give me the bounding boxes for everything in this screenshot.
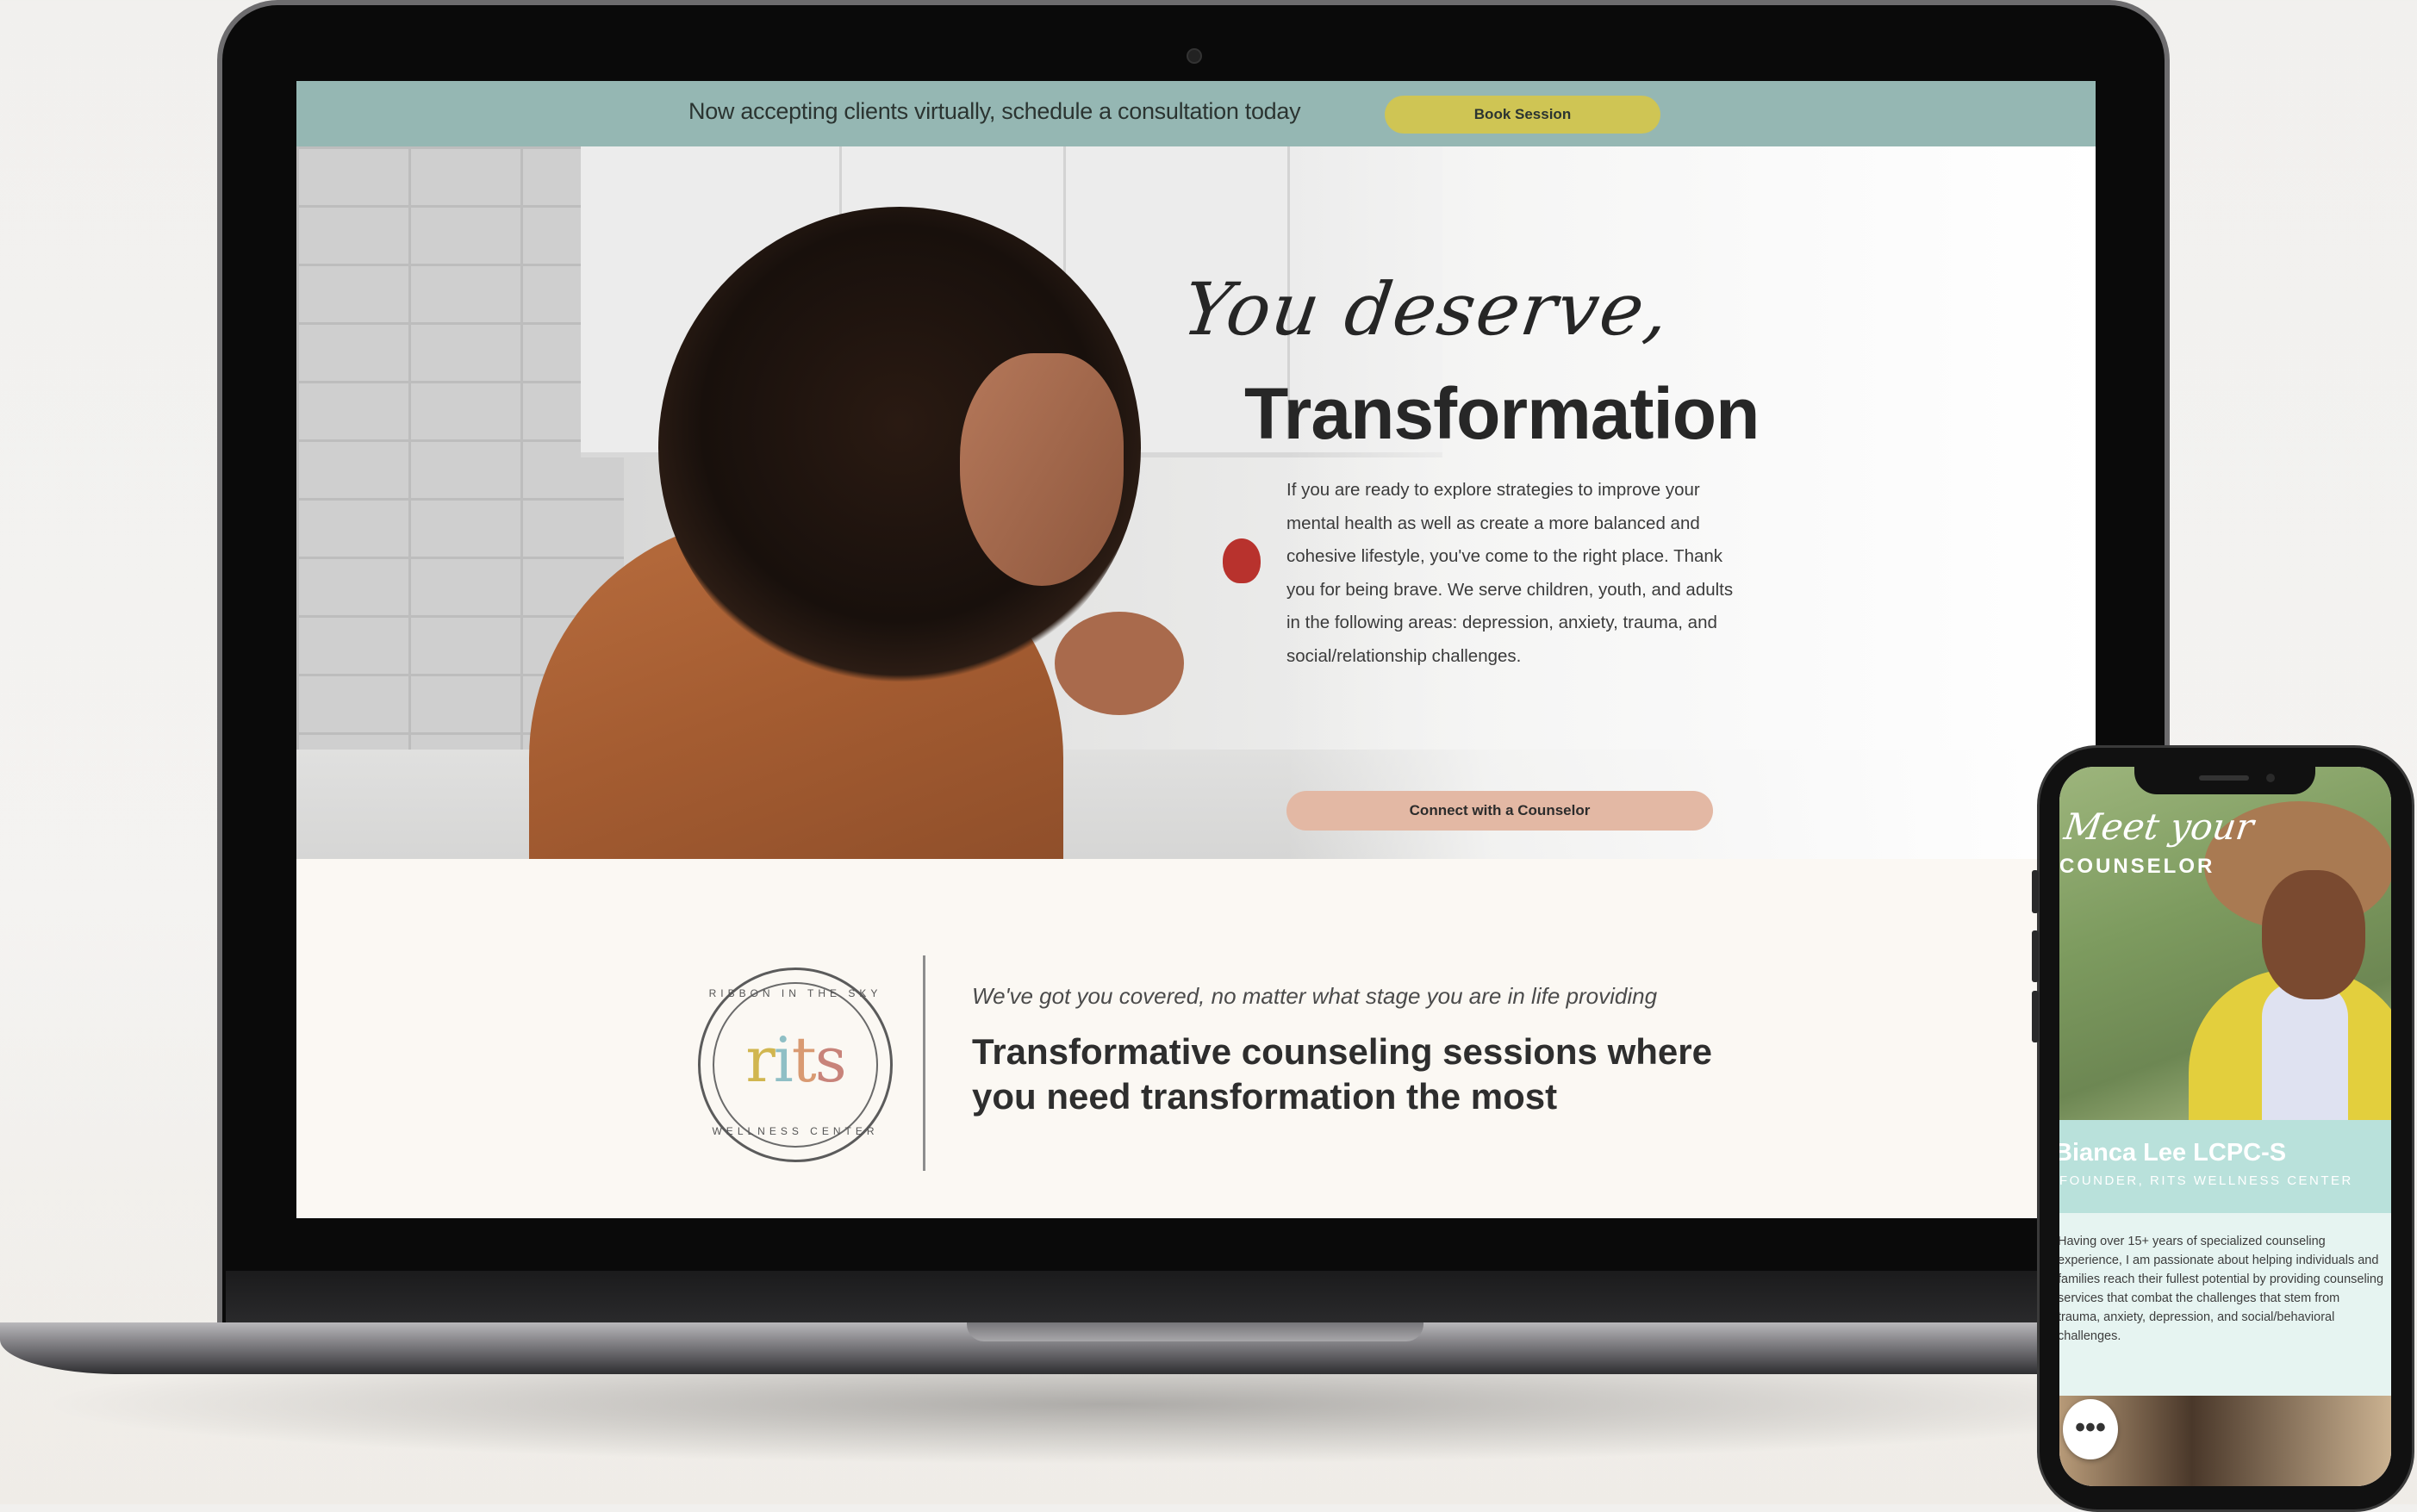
phone-side-button: [2032, 991, 2039, 1042]
banner-text: Now accepting clients virtually, schedul…: [688, 98, 1301, 124]
hero-script-title: You deserve,: [1178, 267, 1676, 352]
phone-screen: Meet your COUNSELOR Bianca Lee LCPC-S FO…: [2059, 767, 2391, 1486]
laptop-notch: [967, 1322, 1423, 1341]
phone-speaker: [2199, 775, 2249, 781]
intro-section: RIBBON IN THE SKY rits WELLNESS CENTER W…: [296, 859, 2096, 1218]
connect-counselor-button[interactable]: Connect with a Counselor: [1286, 791, 1713, 831]
hero-title: Transformation: [1244, 373, 1760, 454]
logo-ring-bottom-text: WELLNESS CENTER: [712, 1125, 879, 1137]
hero-photo-woman-hand: [1055, 612, 1184, 715]
hero-body-text: If you are ready to explore strategies t…: [1286, 480, 1734, 666]
intro-subtitle: We've got you covered, no matter what st…: [972, 983, 1658, 1009]
book-session-button[interactable]: Book Session: [1385, 96, 1660, 134]
laptop-screen: Now accepting clients virtually, schedul…: [296, 81, 2096, 1218]
intro-title: Transformative counseling sessions where…: [972, 1031, 1712, 1117]
logo-ring-top-text: RIBBON IN THE SKY: [708, 987, 882, 999]
counselor-role: FOUNDER, RITS WELLNESS CENTER: [2059, 1173, 2353, 1188]
announcement-banner: Now accepting clients virtually, schedul…: [296, 81, 2096, 146]
counselor-photo: Meet your COUNSELOR: [2059, 767, 2391, 1124]
phone-side-button: [2032, 930, 2039, 982]
vertical-divider: [923, 955, 925, 1171]
meet-your-script: Meet your: [2061, 806, 2257, 848]
logo-wordmark: rits: [745, 1024, 846, 1096]
hero-section: You deserve, Transformation If you are r…: [296, 146, 2096, 859]
hero-photo-woman-face: [960, 353, 1124, 586]
strawberry-icon: [1223, 538, 1261, 583]
rits-logo: RIBBON IN THE SKY rits WELLNESS CENTER: [698, 968, 893, 1162]
counselor-heading: COUNSELOR: [2059, 855, 2215, 878]
laptop-camera-icon: [1187, 48, 1202, 64]
counselor-bio: Having over 15+ years of specialized cou…: [2059, 1235, 2384, 1343]
phone-camera-icon: [2266, 774, 2275, 782]
counselor-name: Bianca Lee LCPC-S: [2059, 1139, 2287, 1167]
counselor-face: [2262, 870, 2365, 999]
counselor-shirt: [2262, 982, 2348, 1120]
phone-side-button: [2032, 870, 2039, 913]
chat-dots-icon[interactable]: •••: [2063, 1399, 2118, 1459]
